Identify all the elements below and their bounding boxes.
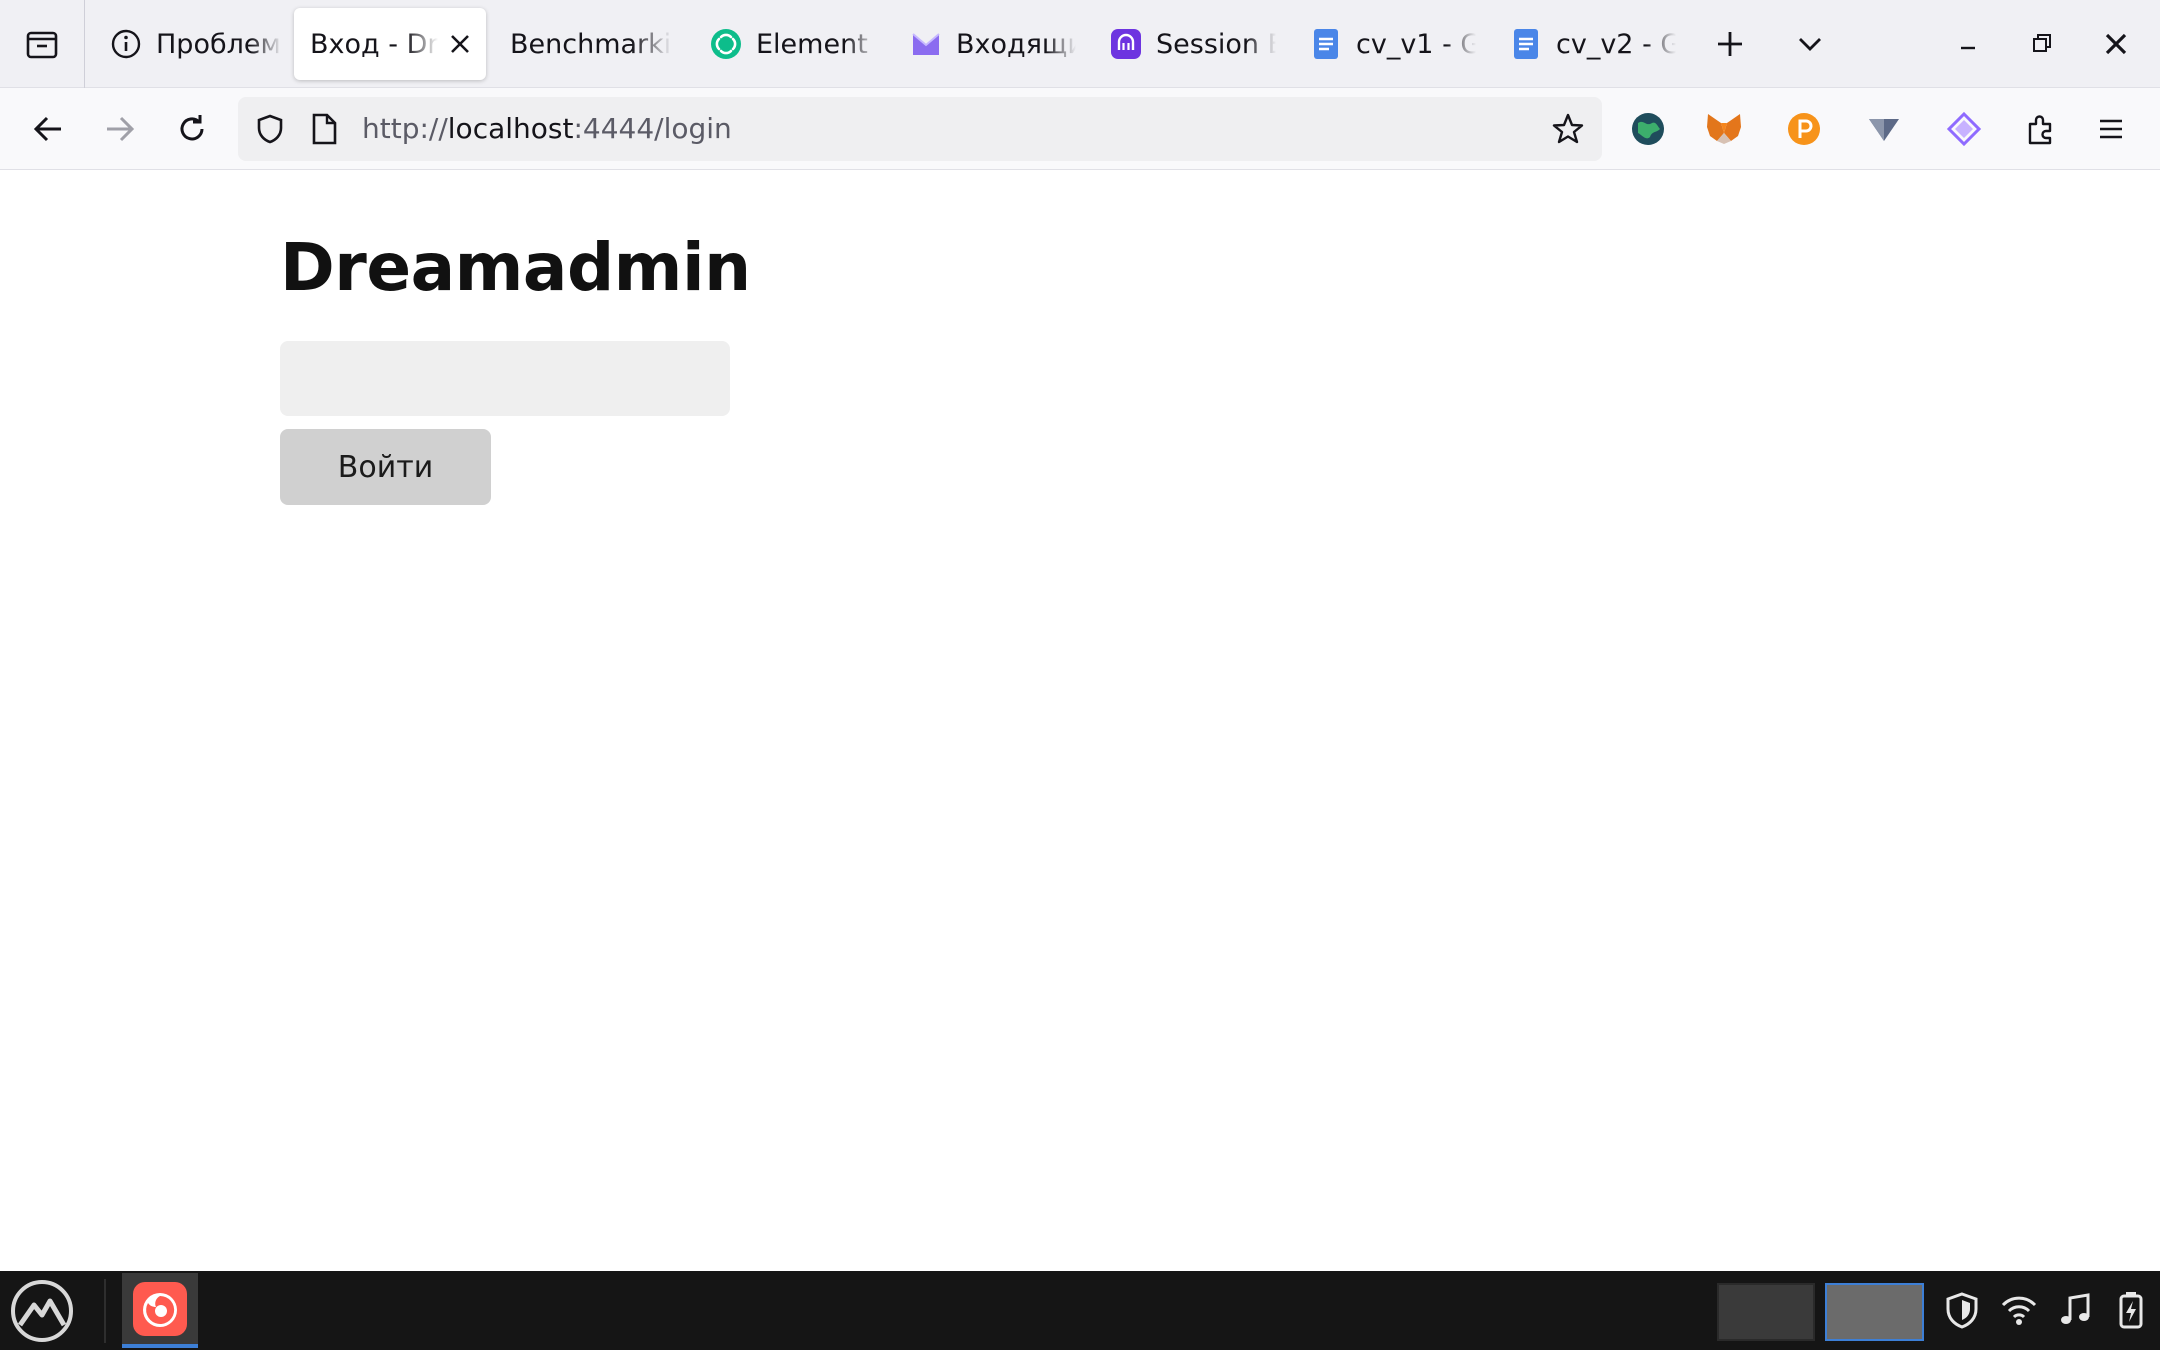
tab-title: cv_v1 - Google Docs (1356, 28, 1476, 60)
tab-problems[interactable]: Проблем (96, 8, 282, 80)
info-icon (110, 28, 142, 60)
taskbar (0, 1271, 2160, 1350)
proton-mail-icon (910, 28, 942, 60)
arrow-right-icon (107, 116, 135, 142)
list-all-tabs-button[interactable] (1782, 16, 1838, 72)
page-content: Dreamadmin Войти (0, 171, 2160, 1271)
diamond-extension-icon[interactable] (1939, 104, 1989, 154)
forward-button[interactable] (92, 101, 148, 157)
globe-extension-icon[interactable] (1623, 104, 1673, 154)
firefox-view-button[interactable] (0, 0, 85, 88)
url-scheme: http:// (362, 112, 448, 145)
tab-cv-v2[interactable]: cv_v2 - Google Docs (1496, 8, 1676, 80)
tab-strip: Проблем Вход - Dreamadmin Benchmarking E… (0, 0, 2160, 88)
tab-cv-v1[interactable]: cv_v1 - Google Docs (1296, 8, 1476, 80)
google-docs-icon (1510, 28, 1542, 60)
star-icon[interactable] (1550, 111, 1586, 147)
chevron-down-icon (1799, 38, 1821, 51)
puzzle-extensions-icon[interactable] (2016, 104, 2066, 154)
menu-hamburger-icon[interactable] (2086, 104, 2136, 154)
tab-title: Session Explorer (1156, 28, 1276, 60)
google-docs-icon (1310, 28, 1342, 60)
page-icon[interactable] (306, 111, 342, 147)
mountain-logo-icon (11, 1280, 73, 1342)
tab-title: Element Web (756, 28, 876, 60)
back-button[interactable] (20, 101, 76, 157)
restore-icon (2033, 34, 2051, 52)
workspace-1[interactable] (1717, 1283, 1815, 1341)
navigation-toolbar: http://localhost:4444/login (0, 88, 2160, 170)
workspace-2[interactable] (1825, 1283, 1924, 1341)
session-icon (1110, 28, 1142, 60)
firefox-icon (133, 1281, 187, 1336)
new-tab-button[interactable] (1702, 16, 1758, 72)
tab-title: Вход - Dreamadmin (310, 28, 438, 60)
arrow-left-icon (33, 116, 61, 142)
tab-title: Benchmarking (510, 28, 672, 60)
reload-button[interactable] (164, 101, 220, 157)
app-launcher-button[interactable] (8, 1277, 76, 1345)
minimize-button[interactable] (1940, 16, 1996, 72)
url-path: :4444/login (573, 112, 732, 145)
minimize-icon (1961, 46, 1975, 50)
element-icon (710, 28, 742, 60)
p-extension-icon[interactable] (1779, 104, 1829, 154)
firefox-view-icon (26, 31, 58, 59)
address-bar[interactable]: http://localhost:4444/login (238, 97, 1602, 161)
battery-charging-icon[interactable] (2110, 1289, 2152, 1331)
plus-icon (1718, 32, 1742, 56)
close-window-button[interactable] (2088, 16, 2144, 72)
wifi-icon[interactable] (1998, 1289, 2040, 1331)
reload-icon (180, 115, 204, 141)
close-icon (2105, 33, 2127, 55)
tab-benchmarking[interactable]: Benchmarking (496, 8, 672, 80)
tab-login-dreamadmin[interactable]: Вход - Dreamadmin (294, 8, 486, 80)
tab-element[interactable]: Element Web (696, 8, 876, 80)
login-button[interactable]: Войти (280, 429, 491, 505)
maximize-button[interactable] (2014, 16, 2070, 72)
login-input[interactable] (280, 341, 730, 416)
url-host: localhost (447, 112, 574, 145)
taskbar-separator (104, 1279, 106, 1343)
triangle-extension-icon[interactable] (1859, 104, 1909, 154)
shield-icon[interactable] (252, 111, 288, 147)
page-title: Dreamadmin (280, 229, 751, 306)
url-text[interactable]: http://localhost:4444/login (362, 97, 732, 161)
tab-title: cv_v2 - Google Docs (1556, 28, 1676, 60)
tab-inbox[interactable]: Входящие (896, 8, 1076, 80)
metamask-icon[interactable] (1699, 104, 1749, 154)
tab-session-explorer[interactable]: Session Explorer (1096, 8, 1276, 80)
shield-tray-icon[interactable] (1941, 1289, 1983, 1331)
tab-title: Входящие (956, 28, 1076, 60)
music-note-icon[interactable] (2054, 1289, 2096, 1331)
tab-title: Проблем (156, 28, 281, 60)
taskbar-firefox-button[interactable] (122, 1273, 198, 1348)
close-tab-icon[interactable] (446, 30, 474, 58)
